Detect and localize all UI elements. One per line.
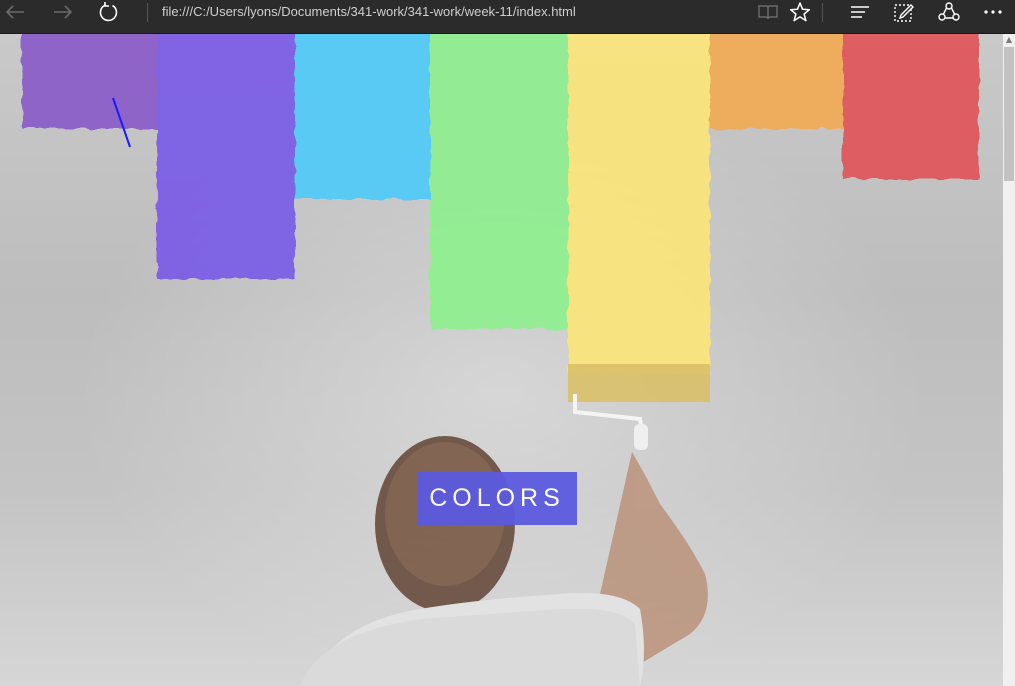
toolbar-divider — [147, 3, 148, 22]
star-icon — [789, 2, 811, 22]
paint-roller — [568, 364, 710, 402]
refresh-icon — [99, 2, 118, 22]
share-icon — [938, 2, 960, 21]
hub-icon — [851, 6, 869, 18]
favorite-button[interactable] — [785, 0, 815, 24]
web-note-icon — [894, 4, 914, 22]
hub-button[interactable] — [845, 0, 875, 24]
sky-stripe — [295, 34, 431, 199]
toolbar-divider-2 — [822, 3, 823, 22]
page-content: COLORS — [0, 34, 1003, 686]
vertical-scrollbar[interactable]: ▲ — [1003, 34, 1015, 686]
forward-button[interactable] — [48, 0, 78, 24]
web-note-button[interactable] — [889, 0, 919, 24]
violet-stripe — [157, 34, 295, 279]
red-stripe — [843, 34, 979, 179]
green-stripe — [430, 34, 570, 329]
back-arrow-icon — [5, 5, 24, 19]
reading-view-button[interactable] — [753, 0, 783, 24]
refresh-button[interactable] — [94, 0, 124, 24]
book-icon — [758, 5, 778, 20]
scroll-thumb[interactable] — [1004, 47, 1014, 181]
browser-toolbar: file:///C:/Users/lyons/Documents/341-wor… — [0, 0, 1015, 34]
colors-button[interactable]: COLORS — [417, 472, 577, 525]
forward-arrow-icon — [54, 5, 73, 19]
purple-stripe — [22, 34, 160, 129]
roller-grip — [634, 424, 648, 450]
scroll-up-icon[interactable]: ▲ — [1003, 34, 1015, 46]
back-button[interactable] — [0, 0, 30, 24]
address-bar[interactable]: file:///C:/Users/lyons/Documents/341-wor… — [162, 4, 576, 20]
more-icon — [984, 10, 1002, 14]
hero-image — [22, 34, 979, 686]
more-button[interactable] — [978, 0, 1008, 24]
share-button[interactable] — [934, 0, 964, 24]
yellow-stripe — [568, 34, 710, 374]
orange-stripe — [710, 34, 845, 129]
